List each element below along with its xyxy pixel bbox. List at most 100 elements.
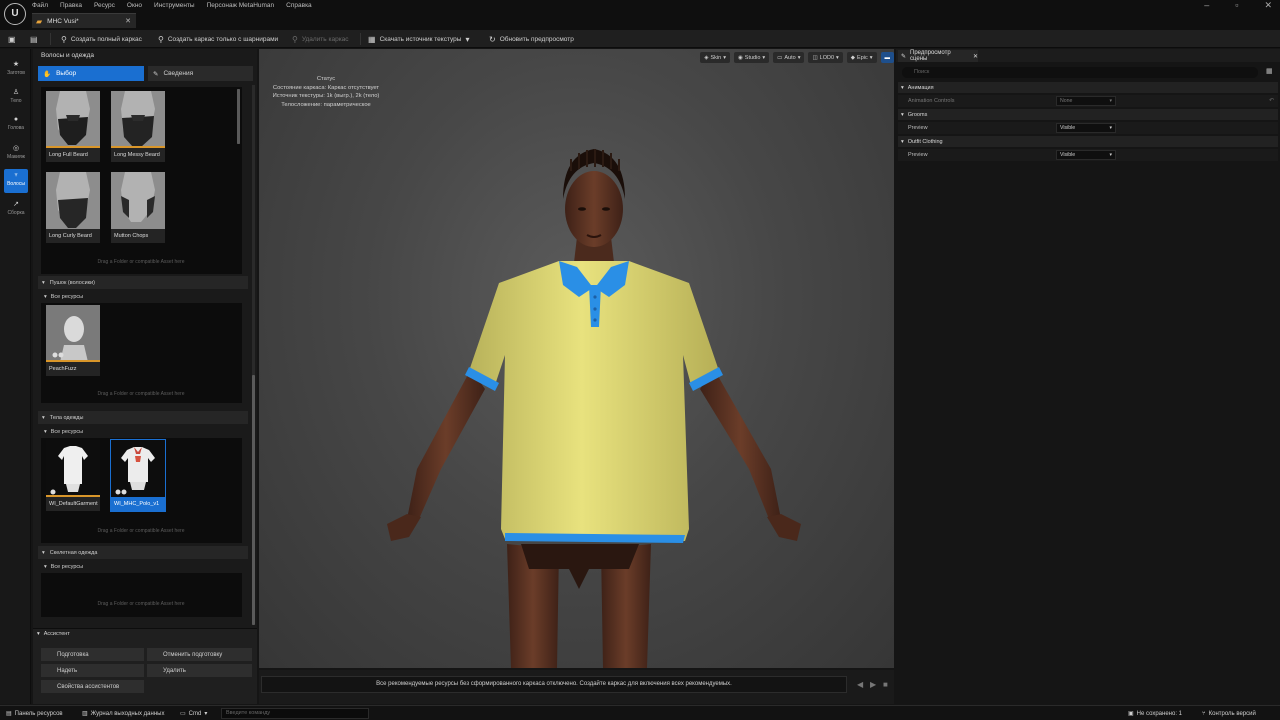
create-joints-rig-button[interactable]: ⚲ Создать каркас только с шарнирами — [158, 32, 278, 46]
subsection-all-assets[interactable]: ▾ Все ресурсы — [38, 561, 248, 572]
chevron-down-icon: ▾ — [1109, 125, 1112, 131]
close-tab-icon[interactable]: ✕ — [973, 53, 978, 60]
screenshot-button[interactable]: ▬ — [880, 52, 894, 63]
auto-button[interactable]: ▭ Auto ▾ — [773, 52, 805, 63]
scene-preview-panel: ✎Предпросмотр сцены✕ ⌕ Поиск ▦ ▾Анимация… — [896, 49, 1280, 704]
property-dropdown[interactable]: Visible ▾ — [1056, 150, 1116, 160]
wear-button[interactable]: Надеть — [41, 664, 144, 677]
garment-thumbnail — [46, 440, 100, 497]
category-animation[interactable]: ▾ Анимация — [898, 82, 1278, 93]
assistant-properties-button[interactable]: Свойства ассистентов — [41, 680, 144, 693]
rail-item-makeup[interactable]: ◎ Макияж — [4, 141, 28, 165]
rail-label: Сборка — [7, 210, 25, 216]
grid-settings-icon[interactable]: ▦ — [1266, 67, 1273, 75]
download-textures-button[interactable]: ▦ Скачать источник текстуры ▾ — [368, 32, 469, 46]
asset-tile[interactable]: WI_DefaultGarment — [46, 440, 100, 511]
menu-tools[interactable]: Инструменты — [154, 2, 195, 12]
cmd-selector[interactable]: ▭ Cmd ▾ — [180, 708, 207, 719]
lod-button[interactable]: ◫ LOD0 ▾ — [808, 52, 843, 63]
scrollbar-thumb[interactable] — [237, 89, 240, 144]
refresh-preview-button[interactable]: ↻ Обновить предпросмотр — [489, 32, 574, 46]
chevron-down-icon: ▾ — [42, 549, 45, 556]
unsaved-indicator[interactable]: ▣ Не сохранено: 1 — [1128, 708, 1182, 719]
browse-icon[interactable]: ▤ — [30, 32, 38, 46]
create-full-rig-button[interactable]: ⚲ Создать полный каркас — [61, 32, 142, 46]
menu-asset[interactable]: Ресурс — [94, 2, 115, 12]
subsection-all-assets[interactable]: ▾ Все ресурсы — [38, 426, 248, 437]
document-tab[interactable]: ▰ MHC Vusi* ✕ — [32, 13, 136, 28]
property-dropdown[interactable]: None ▾ — [1056, 96, 1116, 106]
toolbar-divider — [360, 33, 361, 45]
character-render — [387, 149, 801, 668]
close-window-icon[interactable]: ✕ — [1264, 0, 1272, 11]
cmd-label: Cmd — [188, 710, 202, 717]
studio-button[interactable]: ◉ Studio ▾ — [733, 52, 770, 63]
panel-scrollbar[interactable] — [252, 85, 255, 625]
rail-item-hair[interactable]: ♆ Волосы — [4, 169, 28, 193]
save-icon[interactable]: ▣ — [8, 32, 16, 46]
menu-help[interactable]: Справка — [286, 2, 312, 12]
stop-icon[interactable]: ■ — [883, 680, 888, 689]
source-control-button[interactable]: ⑂ Контроль версий — [1202, 708, 1256, 719]
asset-tile[interactable]: Long Messy Beard — [111, 91, 165, 162]
asset-tile[interactable]: Mutton Chops — [111, 172, 165, 243]
quality-button[interactable]: ◆ Epic ▾ — [846, 52, 877, 63]
menu-edit[interactable]: Правка — [60, 2, 82, 12]
subsection-label: Все ресурсы — [50, 428, 84, 435]
section-peach-fuzz[interactable]: ▾ Пушок (волосики) — [38, 276, 248, 289]
reset-icon[interactable]: ↶ — [1269, 97, 1274, 104]
content-drawer-button[interactable]: ▤ Панель ресурсов — [6, 708, 63, 719]
command-input[interactable]: Введите команду — [221, 708, 369, 719]
light-icon: ◉ — [737, 54, 743, 61]
tab-scene-preview[interactable]: ✎ Предпросмотр сцены ✕ — [898, 50, 978, 62]
menu-file[interactable]: Файл — [32, 2, 48, 12]
status-title: Статус — [316, 76, 336, 82]
subsection-all-assets[interactable]: ▾ Все ресурсы — [38, 291, 248, 302]
property-dropdown[interactable]: Visible ▾ — [1056, 123, 1116, 133]
asset-tile-label: Mutton Chops — [111, 229, 165, 243]
rail-item-head[interactable]: ● Голова — [4, 113, 28, 137]
rig-recommendation-message: Все рекомендуемые ресурсы без сформирова… — [261, 676, 847, 693]
menu-metahuman[interactable]: Персонаж MetaHuman — [207, 2, 275, 12]
play-icon[interactable]: ▶ — [870, 680, 876, 689]
menu-window[interactable]: Окно — [127, 2, 142, 12]
section-skeletal-clothing[interactable]: ▾ Скелетная одежда — [38, 546, 248, 559]
skin-button[interactable]: ◈ Skin ▾ — [700, 52, 730, 63]
asset-tile-label: Long Full Beard — [46, 148, 100, 162]
search-input[interactable]: Поиск — [902, 67, 1258, 78]
category-outfit-clothing[interactable]: ▾ Outfit Clothing — [898, 136, 1278, 147]
property-value: Visible — [1060, 125, 1076, 131]
remove-rig-button[interactable]: ⚲ Удалить каркас — [292, 32, 349, 46]
assistant-header[interactable]: ▾ Ассистент — [37, 631, 70, 637]
rail-item-presets[interactable]: ★ Заготов — [4, 57, 28, 81]
rail-item-body[interactable]: ♙ Тело — [4, 85, 28, 109]
output-log-button[interactable]: ▥ Журнал выходных данных — [82, 708, 164, 719]
texture-icon: ▦ — [368, 34, 376, 44]
prepare-button[interactable]: Подготовка — [41, 648, 144, 661]
panel-title: Волосы и одежда — [41, 52, 95, 59]
peach-fuzz-grid: PeachFuzz Drag a Folder or compatible As… — [41, 303, 242, 403]
scrollbar[interactable] — [237, 89, 240, 144]
remove-button[interactable]: Удалить — [147, 664, 252, 677]
panel-scrollbar-thumb[interactable] — [252, 375, 255, 625]
tab-details[interactable]: ✎ Сведения — [148, 66, 253, 81]
section-outfits[interactable]: ▾ Тела одежды — [38, 411, 248, 424]
minimize-icon[interactable]: – — [1204, 0, 1209, 11]
unreal-logo-icon[interactable]: U — [4, 3, 26, 25]
asset-tile[interactable]: PeachFuzz — [46, 305, 100, 376]
viewport[interactable]: Статус Состояние каркаса: Каркас отсутст… — [259, 49, 894, 668]
category-grooms[interactable]: ▾ Grooms — [898, 109, 1278, 120]
asset-tile-selected[interactable]: WI_MHC_Polo_v1 — [110, 439, 166, 512]
asset-tile[interactable]: Long Curly Beard — [46, 172, 100, 243]
tab-choose[interactable]: ✋ Выбор — [38, 66, 144, 81]
unsaved-icon: ▣ — [1128, 711, 1134, 717]
asset-tile[interactable]: Long Full Beard — [46, 91, 100, 162]
previous-icon[interactable]: ◀ — [857, 680, 863, 689]
unprepare-button[interactable]: Отменить подготовку — [147, 648, 252, 661]
rail-item-assembly[interactable]: ↗ Сборка — [4, 197, 28, 221]
details-tab-bar: ✎ Предпросмотр сцены ✕ — [896, 49, 1280, 62]
maximize-icon[interactable]: ▫ — [1235, 0, 1238, 11]
close-tab-icon[interactable]: ✕ — [125, 17, 131, 25]
drop-hint: Drag a Folder or compatible Asset here — [97, 528, 185, 534]
status-line: Телосложение: параметрическое — [281, 101, 371, 108]
